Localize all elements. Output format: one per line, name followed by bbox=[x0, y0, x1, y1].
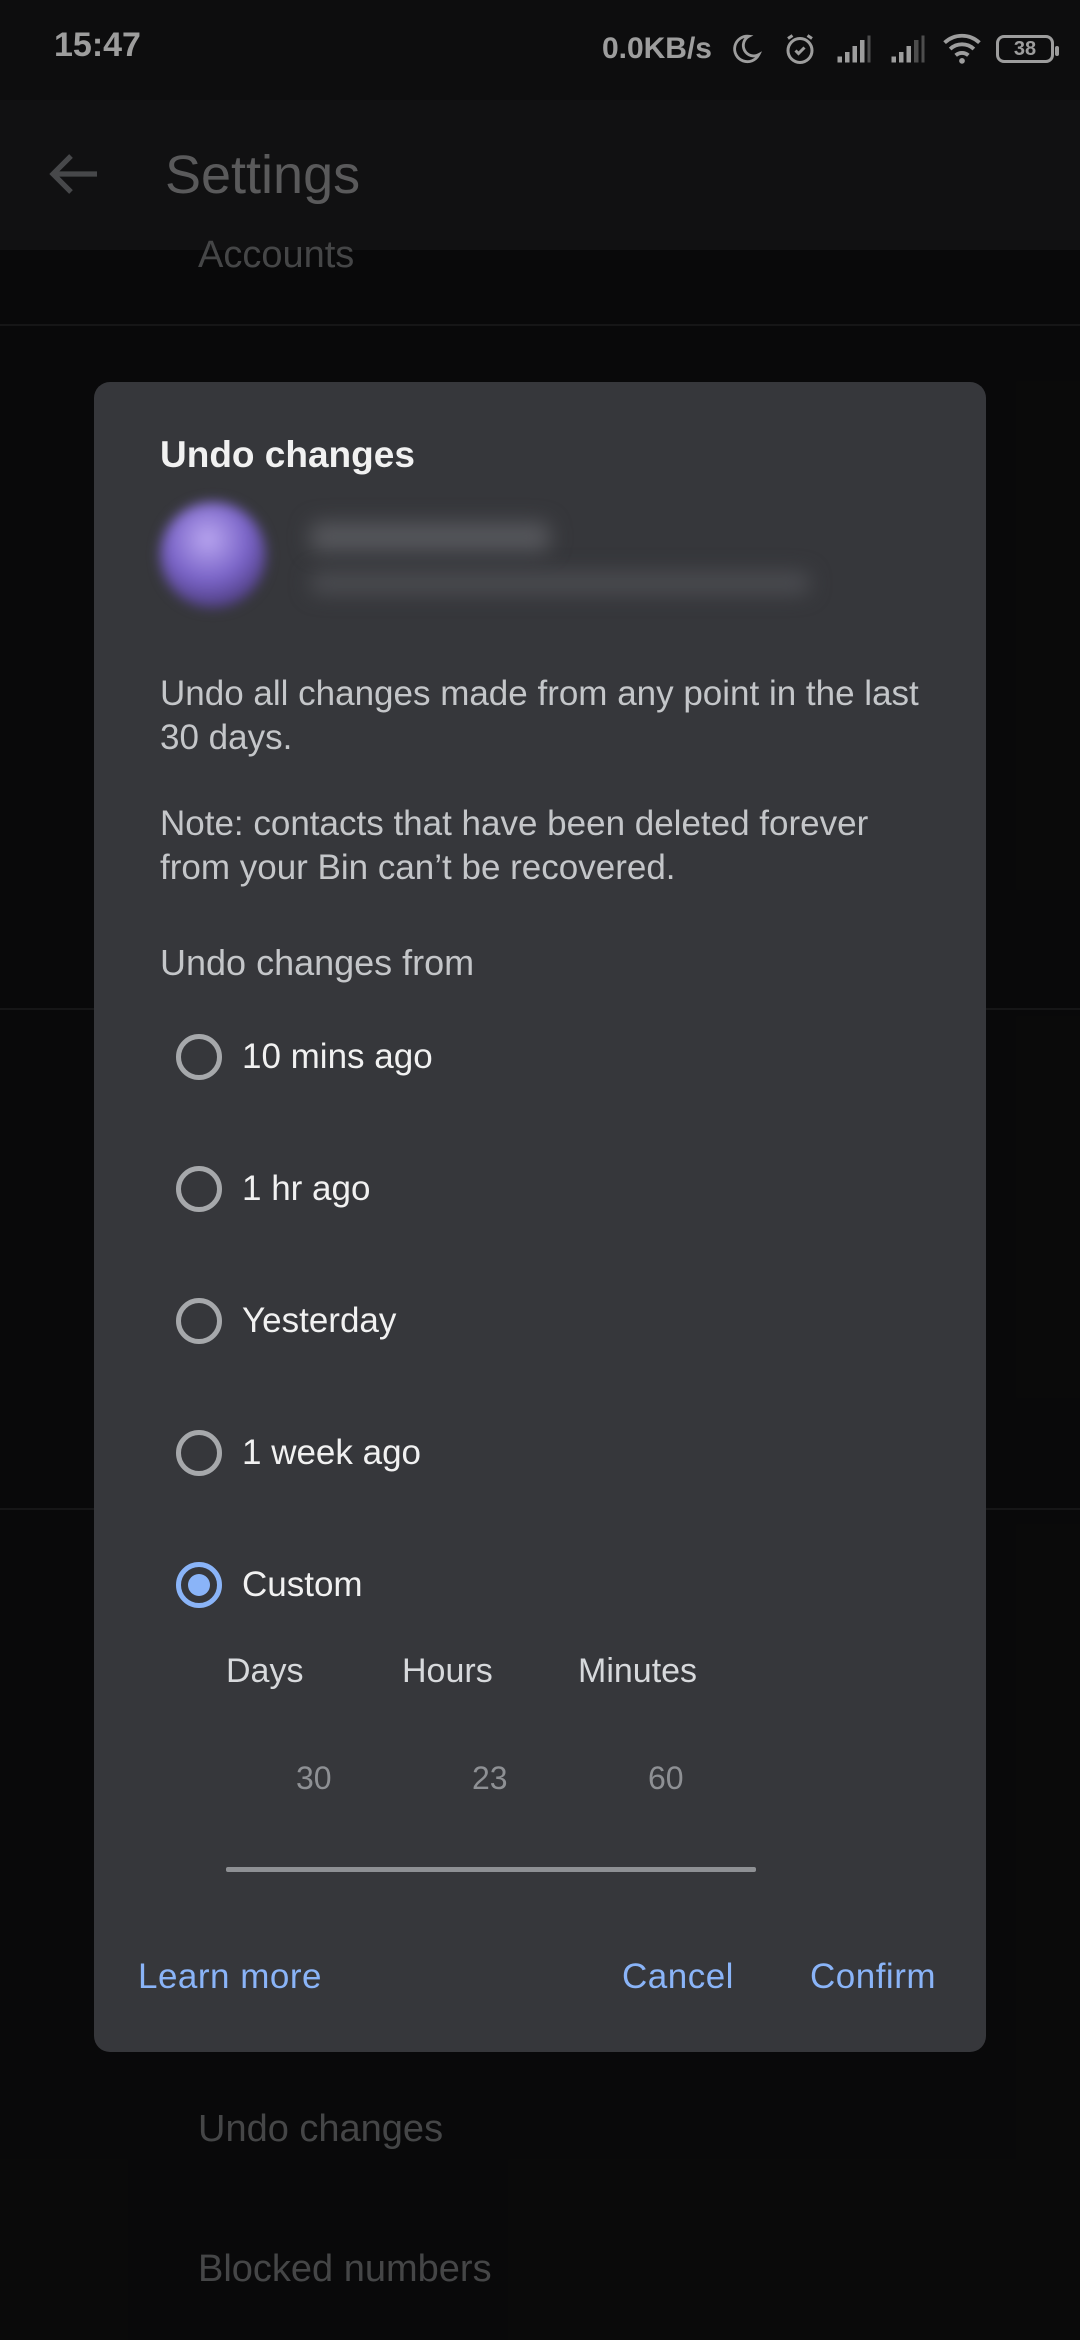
option-label: 10 mins ago bbox=[242, 1037, 433, 1076]
account-name-blurred bbox=[310, 522, 550, 552]
radio-button[interactable] bbox=[176, 1034, 222, 1080]
picker-underline bbox=[226, 1867, 756, 1872]
hours-picker[interactable]: 23 bbox=[472, 1760, 508, 1797]
confirm-button[interactable]: Confirm bbox=[810, 1957, 936, 1997]
days-picker[interactable]: 30 bbox=[296, 1760, 332, 1797]
option-label: 1 week ago bbox=[242, 1433, 422, 1472]
option-label: Yesterday bbox=[242, 1301, 397, 1340]
radio-button-selected[interactable] bbox=[176, 1562, 222, 1608]
option-1-hr-ago[interactable]: 1 hr ago bbox=[176, 1149, 776, 1229]
option-1-week-ago[interactable]: 1 week ago bbox=[176, 1413, 776, 1493]
dialog-title: Undo changes bbox=[160, 434, 415, 475]
minutes-picker[interactable]: 60 bbox=[648, 1760, 684, 1797]
picker-header-minutes: Minutes bbox=[578, 1652, 698, 1690]
option-label: 1 hr ago bbox=[242, 1169, 371, 1208]
option-10-mins-ago[interactable]: 10 mins ago bbox=[176, 1017, 776, 1097]
picker-header-hours: Hours bbox=[402, 1652, 493, 1690]
radio-button[interactable] bbox=[176, 1430, 222, 1476]
undo-from-label: Undo changes from bbox=[160, 942, 475, 983]
picker-header-days: Days bbox=[226, 1652, 304, 1690]
avatar bbox=[160, 502, 266, 608]
cancel-button[interactable]: Cancel bbox=[622, 1957, 734, 1997]
account-email-blurred bbox=[310, 572, 810, 594]
dialog-note: Note: contacts that have been deleted fo… bbox=[160, 804, 869, 887]
option-yesterday[interactable]: Yesterday bbox=[176, 1281, 776, 1361]
undo-changes-dialog: Undo changes Undo all changes made from … bbox=[94, 382, 986, 2052]
account-row bbox=[160, 502, 920, 612]
option-custom[interactable]: Custom bbox=[176, 1545, 776, 1625]
radio-button[interactable] bbox=[176, 1166, 222, 1212]
learn-more-button[interactable]: Learn more bbox=[138, 1957, 322, 1997]
option-label: Custom bbox=[242, 1565, 363, 1604]
radio-button[interactable] bbox=[176, 1298, 222, 1344]
dialog-description: Undo all changes made from any point in … bbox=[160, 674, 919, 757]
